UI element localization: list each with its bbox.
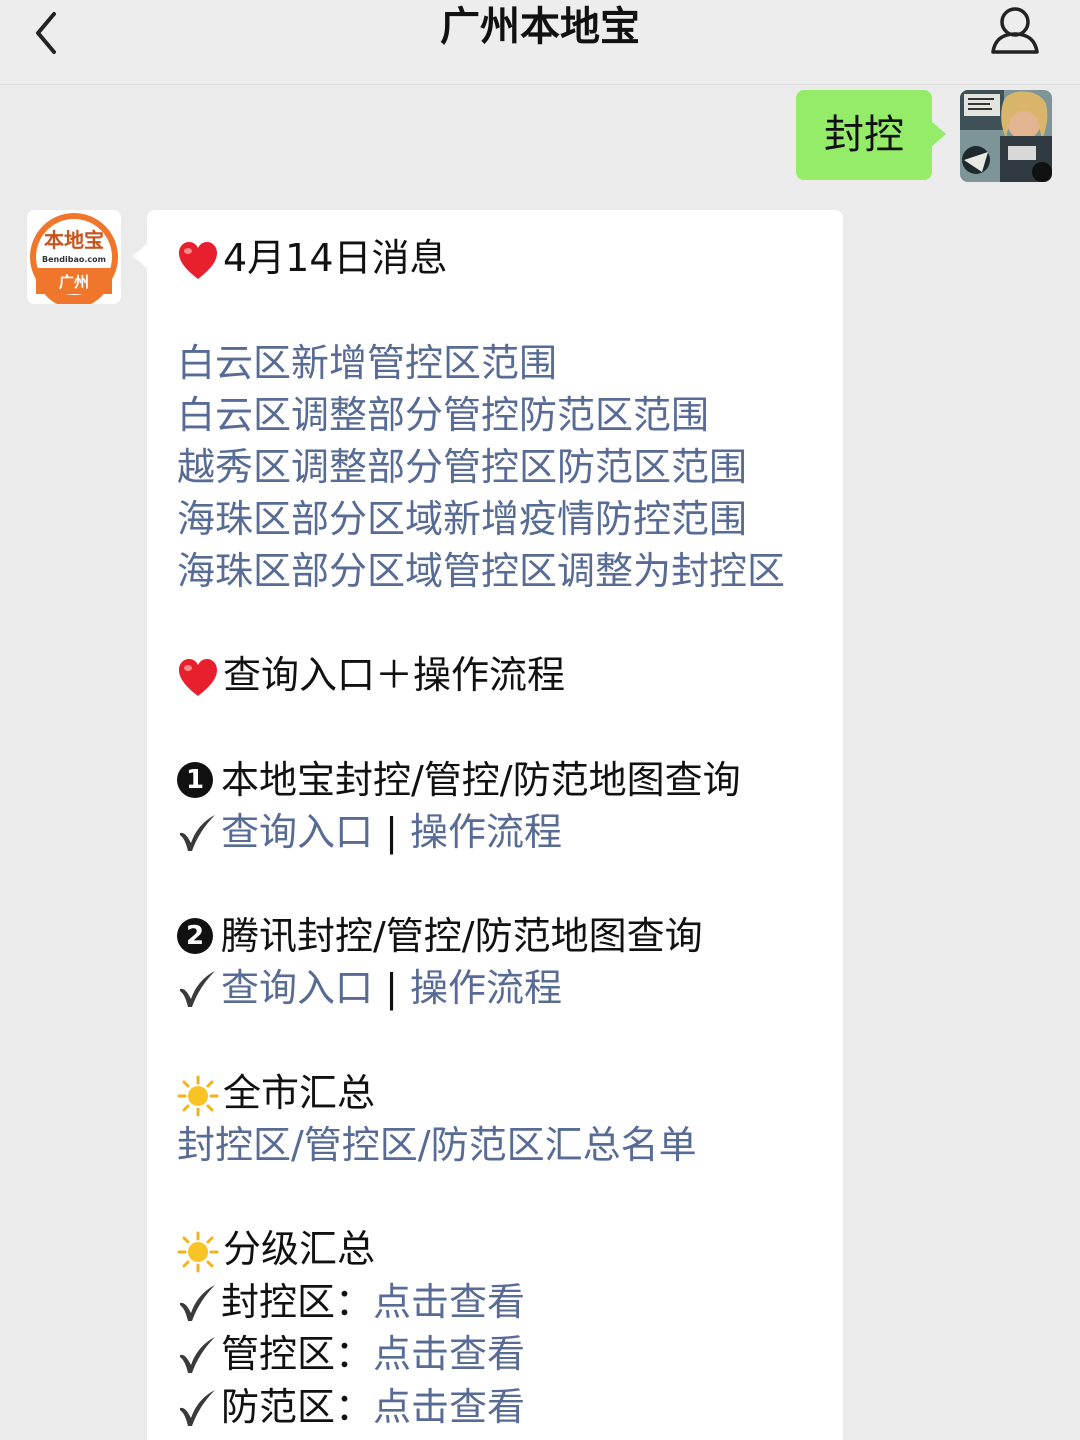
user-avatar[interactable] [960,90,1052,182]
item-2-separator: | [373,966,410,1010]
person-icon [991,7,1039,54]
checkmark-icon [180,1336,215,1373]
level-label: 防范区： [221,1385,374,1429]
level-summary-heading: 分级汇总 [177,1223,375,1275]
level-view-link[interactable]: 点击查看 [373,1385,525,1429]
update-link-2[interactable]: 白云区调整部分管控防范区范围 [177,389,709,441]
level-row-control: 管控区：点击查看 [177,1328,525,1380]
logo-domain: Bendibao.com [42,255,106,264]
chat-header: 广州本地宝 [0,0,1080,85]
update-link-5[interactable]: 海珠区部分区域管控区调整为封控区 [177,545,785,597]
number-one-icon: 1 [177,761,213,798]
date-text: 4月14日消息 [223,236,448,280]
logo-title: 本地宝 [44,228,104,252]
query-heading-text: 查询入口＋操作流程 [223,653,566,697]
avatar-image [960,90,1052,182]
item-1-process-link[interactable]: 操作流程 [410,810,562,854]
checkmark-icon [180,814,215,851]
item-1-links: 查询入口 | 操作流程 [177,806,562,858]
checkmark-icon [180,970,215,1007]
outgoing-message[interactable]: 封控 [796,90,946,180]
level-summary-heading-text: 分级汇总 [223,1227,376,1271]
item-1-title: 1 本地宝封控/管控/防范地图查询 [177,754,741,806]
level-view-link[interactable]: 点击查看 [373,1332,525,1376]
item-1-title-text: 本地宝封控/管控/防范地图查询 [221,758,741,802]
level-row-lockdown: 封控区：点击查看 [177,1276,525,1328]
sun-icon [177,1231,219,1272]
level-label: 管控区： [221,1332,374,1376]
item-2-entry-link[interactable]: 查询入口 [221,966,373,1010]
checkmark-icon [180,1389,215,1426]
city-summary-heading-text: 全市汇总 [223,1071,376,1115]
update-link-1[interactable]: 白云区新增管控区范围 [177,337,557,389]
number-two-icon: 2 [177,917,213,954]
bendibao-avatar[interactable]: 本地宝 Bendibao.com 广州 [27,210,121,304]
logo-city: 广州 [58,273,89,291]
chat-screen: 广州本地宝 封控 本地宝 Bendibao.com 广州 4月14日消息 白云区… [0,0,1080,1440]
item-2-links: 查询入口 | 操作流程 [177,962,562,1014]
date-line: 4月14日消息 [177,232,448,284]
level-label: 封控区： [221,1280,374,1324]
query-heading: 查询入口＋操作流程 [177,649,565,701]
item-1-separator: | [373,810,410,854]
item-2-title-text: 腾讯封控/管控/防范地图查询 [221,914,703,958]
level-view-link[interactable]: 点击查看 [373,1280,525,1324]
checkmark-icon [180,1284,215,1321]
sun-icon [177,1075,219,1116]
level-row-prevention: 防范区：点击查看 [177,1381,525,1433]
item-1-entry-link[interactable]: 查询入口 [221,810,373,854]
update-link-4[interactable]: 海珠区部分区域新增疫情防控范围 [177,493,747,545]
city-summary-heading: 全市汇总 [177,1067,375,1119]
item-2-title: 2 腾讯封控/管控/防范地图查询 [177,910,703,962]
heart-icon [179,658,217,696]
profile-button[interactable] [988,2,1042,58]
heart-icon [179,241,217,279]
item-2-process-link[interactable]: 操作流程 [410,966,562,1010]
city-summary-link[interactable]: 封控区/管控区/防范区汇总名单 [177,1119,697,1171]
incoming-message: 4月14日消息 白云区新增管控区范围 白云区调整部分管控防范区范围 越秀区调整部… [133,210,843,1440]
update-link-3[interactable]: 越秀区调整部分管控区防范区范围 [177,441,747,493]
chat-title: 广州本地宝 [440,4,640,50]
